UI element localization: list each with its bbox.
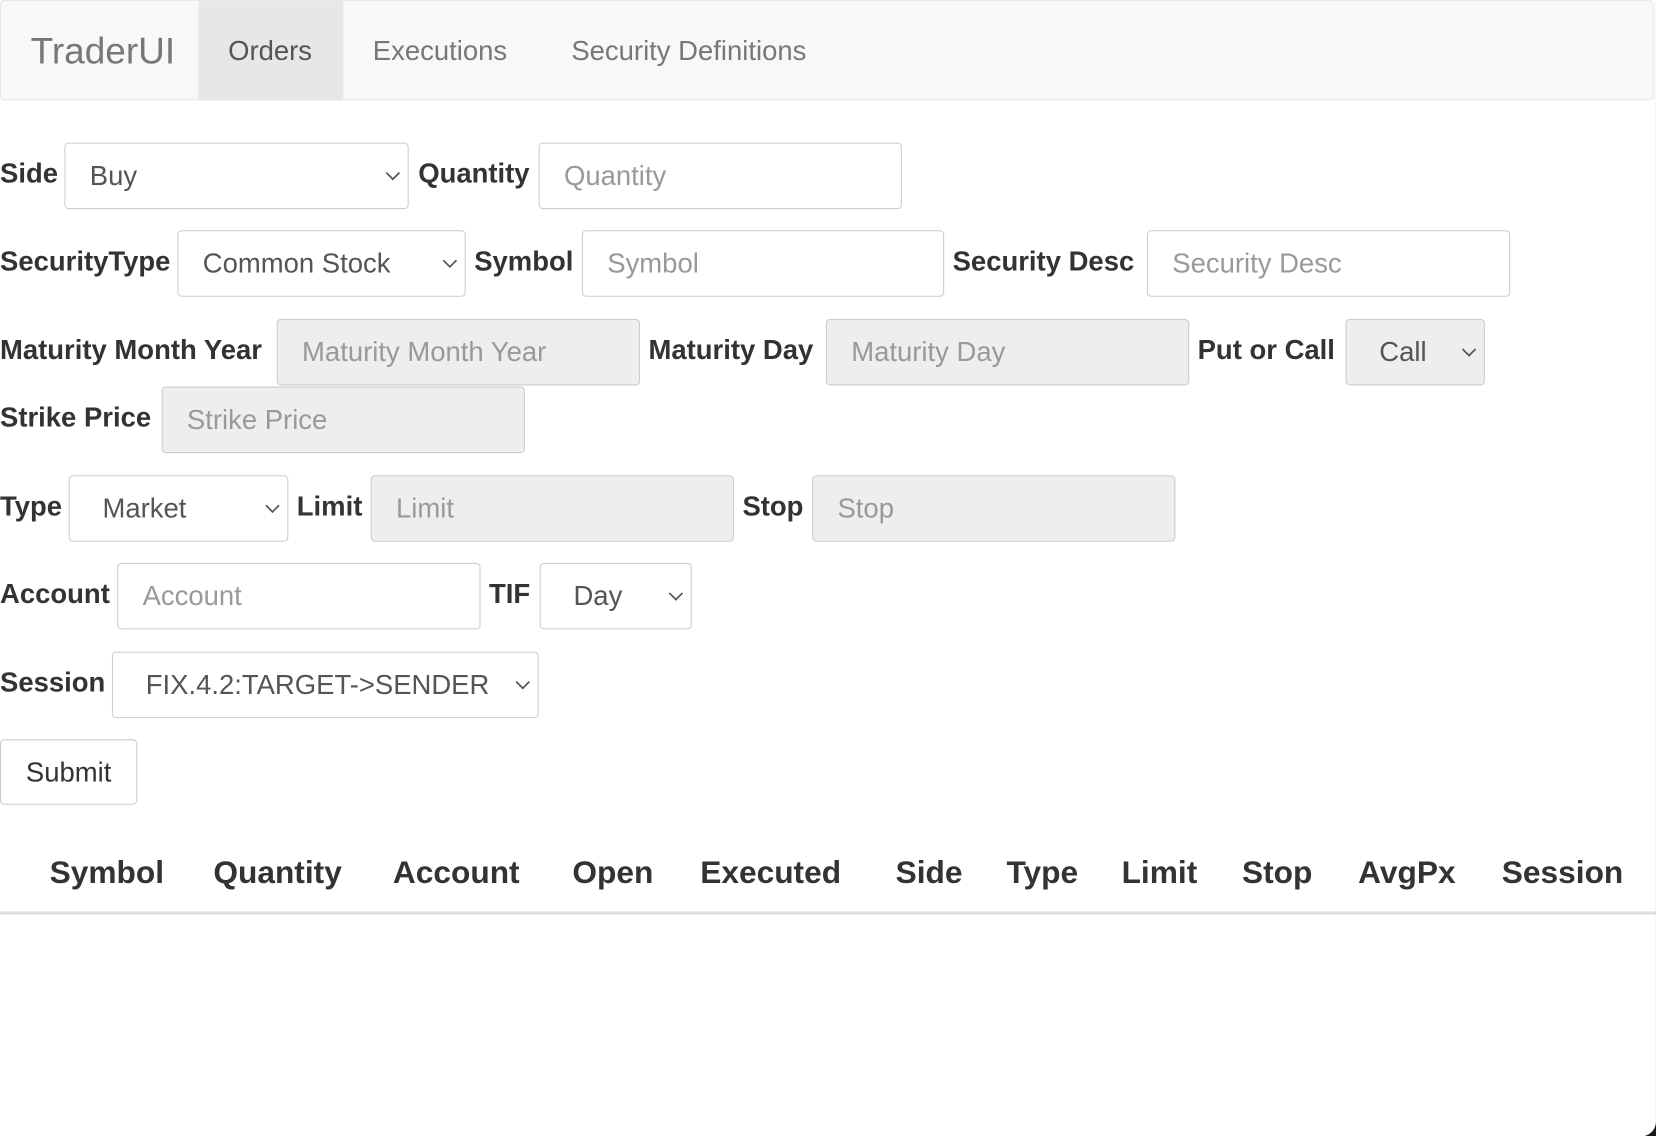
type-select[interactable]: Market <box>68 475 289 542</box>
side-value: Buy <box>89 159 138 192</box>
chevron-down-icon <box>442 253 458 269</box>
type-value: Market <box>102 492 187 524</box>
column-header-account[interactable]: Account <box>393 850 520 896</box>
tab-security-definitions[interactable]: Security Definitions <box>542 1 836 100</box>
strike-price-input[interactable]: Strike Price <box>161 386 525 454</box>
symbol-input[interactable]: Symbol <box>581 230 945 297</box>
limit-input[interactable]: Limit <box>370 475 734 542</box>
security-type-value: Common Stock <box>202 247 391 279</box>
tab-executions[interactable]: Executions <box>343 1 536 100</box>
stop-label: Stop <box>742 490 804 522</box>
side-label: Side <box>0 157 59 190</box>
brand[interactable]: TraderUI <box>31 1 175 101</box>
stop-input[interactable]: Stop <box>812 475 1176 542</box>
limit-label: Limit <box>296 490 363 522</box>
symbol-label: Symbol <box>474 245 574 277</box>
column-header-session[interactable]: Session <box>1502 850 1624 896</box>
security-type-select[interactable]: Common Stock <box>177 230 466 297</box>
column-header-type[interactable]: Type <box>1006 850 1078 896</box>
maturity-month-year-input[interactable]: Maturity Month Year <box>276 318 640 386</box>
column-header-avgpx[interactable]: AvgPx <box>1358 850 1455 896</box>
column-header-executed[interactable]: Executed <box>700 850 841 896</box>
account-label: Account <box>0 577 110 610</box>
table-header-divider <box>0 911 1656 915</box>
quantity-input[interactable]: Quantity <box>538 142 902 210</box>
security-type-label: SecurityType <box>0 245 171 277</box>
maturity-day-label: Maturity Day <box>648 333 814 366</box>
quantity-label: Quantity <box>418 157 530 190</box>
column-header-limit[interactable]: Limit <box>1122 850 1198 896</box>
navbar: TraderUI Orders Executions Security Defi… <box>0 0 1654 101</box>
chevron-down-icon <box>265 498 280 514</box>
tif-value: Day <box>573 579 623 612</box>
column-header-open[interactable]: Open <box>572 850 653 896</box>
security-desc-input[interactable]: Security Desc <box>1146 230 1511 297</box>
session-select[interactable]: FIX.4.2:TARGET->SENDER <box>111 651 539 719</box>
column-header-symbol[interactable]: Symbol <box>50 850 164 896</box>
chevron-down-icon <box>385 166 401 181</box>
column-header-side[interactable]: Side <box>896 850 963 896</box>
maturity-month-year-label: Maturity Month Year <box>0 333 262 366</box>
security-desc-label: Security Desc <box>952 245 1135 277</box>
session-label: Session <box>0 666 106 699</box>
strike-price-label: Strike Price <box>0 401 152 434</box>
chevron-down-icon <box>1461 342 1477 357</box>
column-header-quantity[interactable]: Quantity <box>213 850 341 896</box>
session-value: FIX.4.2:TARGET->SENDER <box>145 668 490 701</box>
column-header-stop[interactable]: Stop <box>1242 850 1312 896</box>
put-or-call-select[interactable]: Call <box>1345 318 1485 386</box>
chevron-down-icon <box>668 586 684 601</box>
type-label: Type <box>0 490 63 522</box>
submit-button[interactable]: Submit <box>0 739 138 805</box>
page: TraderUI Orders Executions Security Defi… <box>0 0 1656 1136</box>
tif-select[interactable]: Day <box>539 562 692 630</box>
put-or-call-value: Call <box>1379 335 1427 368</box>
put-or-call-label: Put or Call <box>1197 333 1335 366</box>
account-input[interactable]: Account <box>117 562 481 630</box>
tif-label: TIF <box>488 577 531 610</box>
maturity-day-input[interactable]: Maturity Day <box>825 318 1190 386</box>
chevron-down-icon <box>515 675 530 690</box>
side-select[interactable]: Buy <box>64 142 409 210</box>
tab-orders[interactable]: Orders <box>198 1 344 101</box>
